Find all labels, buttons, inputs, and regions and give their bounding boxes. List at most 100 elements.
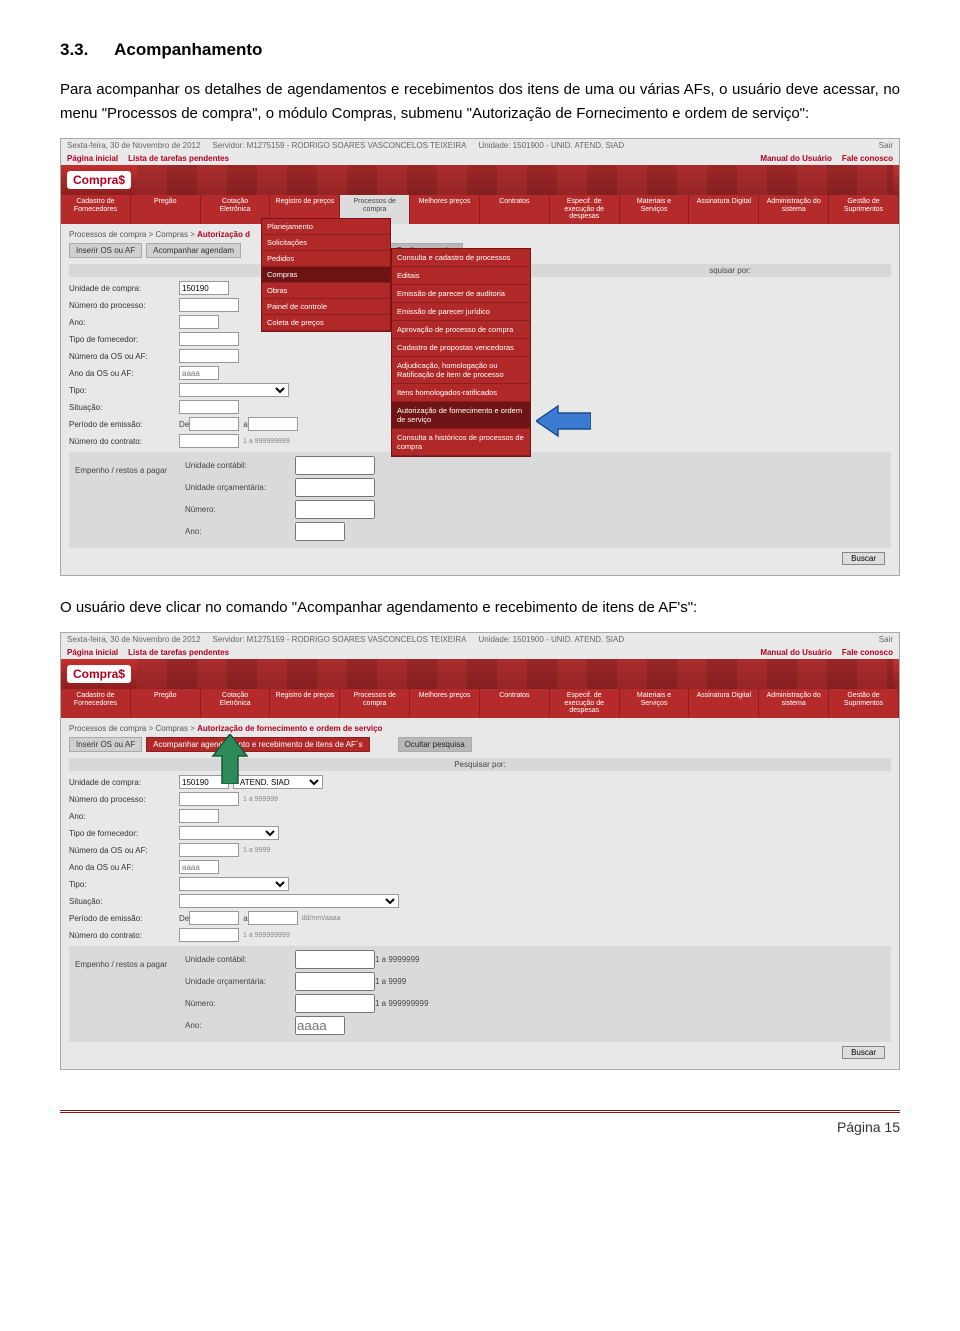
dd1-item[interactable]: Pedidos	[262, 251, 390, 267]
label-uo: Unidade orçamentária:	[185, 977, 295, 986]
contact-link[interactable]: Fale conosco	[842, 648, 893, 657]
input-ano2[interactable]	[295, 1016, 345, 1035]
input-uo[interactable]	[295, 478, 375, 497]
dd1-item[interactable]: Obras	[262, 283, 390, 299]
banner-bg	[137, 659, 893, 689]
tasks-link[interactable]: Lista de tarefas pendentes	[128, 648, 229, 657]
dd2-item[interactable]: Emissão de parecer de auditoria	[392, 285, 530, 303]
menu-item[interactable]: Cotação Eletrônica	[201, 689, 271, 718]
menu-item[interactable]: Cadastro de Fornecedores	[61, 689, 131, 718]
dropdown-processos: Planejamento Solicitações Pedidos Compra…	[261, 218, 391, 332]
menu-item[interactable]: Contratos	[480, 689, 550, 718]
label-ano2: Ano:	[185, 527, 295, 536]
input-processo[interactable]	[179, 298, 239, 312]
input-unidade[interactable]	[179, 281, 229, 295]
menu-item[interactable]: Melhores preços	[410, 195, 480, 224]
dd1-item[interactable]: Solicitações	[262, 235, 390, 251]
banner: Compra$	[61, 165, 899, 195]
input-periodo-a[interactable]	[248, 417, 298, 431]
input-ano-os[interactable]	[179, 366, 219, 380]
label-num-os: Número da OS ou AF:	[69, 352, 179, 361]
dd2-item[interactable]: Adjudicação, homologação ou Ratificação …	[392, 357, 530, 384]
input-contrato[interactable]	[179, 434, 239, 448]
unit-text: Unidade: 1501900 - UNID. ATEND. SIAD	[478, 141, 624, 150]
menu-item[interactable]: Especif. de execução de despesas	[550, 689, 620, 718]
menu-item[interactable]: Gestão de Suprimentos	[829, 689, 899, 718]
menu-item[interactable]: Gestão de Suprimentos	[829, 195, 899, 224]
tab-acompanhar[interactable]: Acompanhar agendam	[146, 243, 241, 258]
menu-item[interactable]: Assinatura Digital	[689, 689, 759, 718]
logout-link[interactable]: Sair	[879, 635, 893, 644]
logout-link[interactable]: Sair	[879, 141, 893, 150]
section-title: Acompanhamento	[114, 40, 262, 59]
home-link[interactable]: Página inicial	[67, 648, 118, 657]
banner-bg	[137, 165, 893, 195]
contact-link[interactable]: Fale conosco	[842, 154, 893, 163]
input-uc[interactable]	[295, 950, 375, 969]
menu-item[interactable]: Processos de compra	[340, 689, 410, 718]
menu-item[interactable]: Registro de preços	[270, 689, 340, 718]
dd2-item[interactable]: Consulta a históricos de processos de co…	[392, 429, 530, 456]
dd1-item[interactable]: Planejamento	[262, 219, 390, 235]
input-num-os[interactable]	[179, 843, 239, 857]
menu-item[interactable]: Cadastro de Fornecedores	[61, 195, 131, 224]
menu-item[interactable]: Melhores preços	[410, 689, 480, 718]
dd2-item[interactable]: Aprovação de processo de compra	[392, 321, 530, 339]
tab-ocultar[interactable]: Ocultar pesquisa	[398, 737, 472, 752]
dd2-item-autorizacao[interactable]: Autorização de fornecimento e ordem de s…	[392, 402, 530, 429]
screenshot-1: Sexta-feira, 30 de Novembro de 2012 Serv…	[60, 138, 900, 576]
breadcrumb: Processos de compra > Compras > Autoriza…	[69, 230, 891, 239]
input-periodo-de[interactable]	[189, 911, 239, 925]
input-num[interactable]	[295, 994, 375, 1013]
input-tipo-forn[interactable]	[179, 332, 239, 346]
dd2-item[interactable]: Editais	[392, 267, 530, 285]
input-num[interactable]	[295, 500, 375, 519]
input-ano[interactable]	[179, 315, 219, 329]
select-tipo[interactable]	[179, 383, 289, 397]
tab-inserir[interactable]: Inserir OS ou AF	[69, 243, 142, 258]
dd2-item[interactable]: Consulta e cadastro de processos	[392, 249, 530, 267]
dd2-item[interactable]: Cadastro de propostas vencedoras	[392, 339, 530, 357]
input-uc[interactable]	[295, 456, 375, 475]
dd1-item-compras[interactable]: Compras	[262, 267, 390, 283]
menu-item[interactable]: Contratos	[480, 195, 550, 224]
tab-acompanhar-active[interactable]: Acompanhar agendamento e recebimento de …	[146, 737, 369, 752]
select-tipo[interactable]	[179, 877, 289, 891]
input-uo[interactable]	[295, 972, 375, 991]
manual-link[interactable]: Manual do Usuário	[760, 154, 832, 163]
buscar-button[interactable]: Buscar	[842, 1046, 885, 1059]
menu-item[interactable]: Cotação Eletrônica	[201, 195, 271, 224]
input-ano[interactable]	[179, 809, 219, 823]
menu-item[interactable]: Especif. de execução de despesas	[550, 195, 620, 224]
input-situacao[interactable]	[179, 400, 239, 414]
input-num-os[interactable]	[179, 349, 239, 363]
label-tipo: Tipo:	[69, 880, 179, 889]
input-periodo-a[interactable]	[248, 911, 298, 925]
menu-item[interactable]: Pregão	[131, 689, 201, 718]
dd2-item[interactable]: Itens homologados-ratificados	[392, 384, 530, 402]
menu-item[interactable]: Pregão	[131, 195, 201, 224]
tasks-link[interactable]: Lista de tarefas pendentes	[128, 154, 229, 163]
dd1-item[interactable]: Coleta de preços	[262, 315, 390, 331]
menu-item[interactable]: Administração do sistema	[759, 689, 829, 718]
dd2-item[interactable]: Emissão de parecer jurídico	[392, 303, 530, 321]
select-situacao[interactable]	[179, 894, 399, 908]
menu-item[interactable]: Assinatura Digital	[689, 195, 759, 224]
input-ano2[interactable]	[295, 522, 345, 541]
top-bar: Sexta-feira, 30 de Novembro de 2012 Serv…	[61, 139, 899, 152]
input-contrato[interactable]	[179, 928, 239, 942]
hint-uo: 1 a 9999	[375, 977, 406, 986]
manual-link[interactable]: Manual do Usuário	[760, 648, 832, 657]
buscar-button[interactable]: Buscar	[842, 552, 885, 565]
menu-item[interactable]: Materiais e Serviços	[620, 195, 690, 224]
menu-item[interactable]: Materiais e Serviços	[620, 689, 690, 718]
home-link[interactable]: Página inicial	[67, 154, 118, 163]
input-processo[interactable]	[179, 792, 239, 806]
tab-inserir[interactable]: Inserir OS ou AF	[69, 737, 142, 752]
input-ano-os[interactable]	[179, 860, 219, 874]
dd1-item[interactable]: Painel de controle	[262, 299, 390, 315]
select-tipo-forn[interactable]	[179, 826, 279, 840]
menu-item[interactable]: Administração do sistema	[759, 195, 829, 224]
input-periodo-de[interactable]	[189, 417, 239, 431]
page-footer: Página 15	[60, 1110, 900, 1135]
